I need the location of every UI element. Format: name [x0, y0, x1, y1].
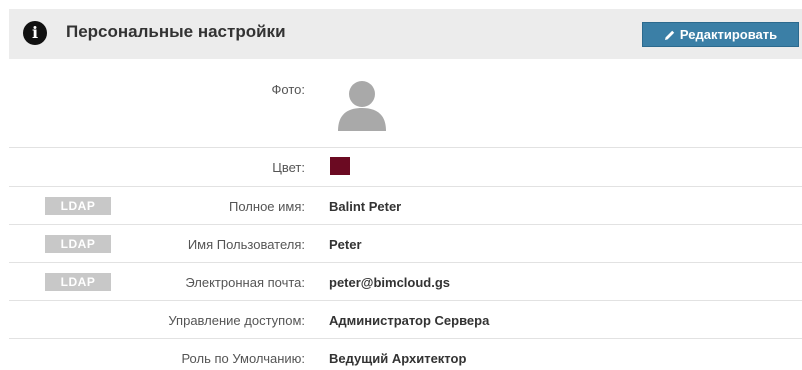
photo-row: Фото:: [9, 64, 802, 146]
access-row: Управление доступом: Администратор Серве…: [9, 300, 802, 339]
fullname-value: Balint Peter: [329, 199, 402, 214]
email-label: Электронная почта:: [185, 275, 305, 290]
edit-button[interactable]: Редактировать: [642, 22, 799, 47]
color-row: Цвет:: [9, 147, 802, 186]
photo-label: Фото:: [271, 82, 305, 97]
color-swatch[interactable]: [330, 157, 350, 175]
pencil-icon: [664, 30, 675, 40]
email-row: LDAP Электронная почта: peter@bimcloud.g…: [9, 262, 802, 301]
info-icon: i: [23, 21, 47, 45]
panel-title: Персональные настройки: [66, 22, 286, 41]
role-label: Роль по Умолчанию:: [181, 351, 305, 366]
access-label: Управление доступом:: [168, 313, 305, 328]
panel-header: i Персональные настройки Редактировать: [9, 9, 802, 59]
fullname-row: LDAP Полное имя: Balint Peter: [9, 186, 802, 225]
fullname-label: Полное имя:: [229, 199, 305, 214]
avatar[interactable]: [336, 77, 388, 131]
role-value: Ведущий Архитектор: [329, 351, 467, 366]
email-value: peter@bimcloud.gs: [329, 275, 451, 290]
color-label: Цвет:: [272, 160, 305, 175]
personal-settings-panel: i Персональные настройки Редактировать Ф…: [9, 9, 802, 369]
username-row: LDAP Имя Пользователя: Peter: [9, 224, 802, 263]
edit-button-label: Редактировать: [679, 27, 778, 42]
access-value: Администратор Сервера: [329, 313, 490, 328]
ldap-badge: LDAP: [45, 273, 111, 291]
username-label: Имя Пользователя:: [187, 237, 305, 252]
role-row: Роль по Умолчанию: Ведущий Архитектор: [9, 338, 802, 370]
ldap-badge: LDAP: [45, 235, 111, 253]
ldap-badge: LDAP: [45, 197, 111, 215]
username-value: Peter: [329, 237, 362, 252]
